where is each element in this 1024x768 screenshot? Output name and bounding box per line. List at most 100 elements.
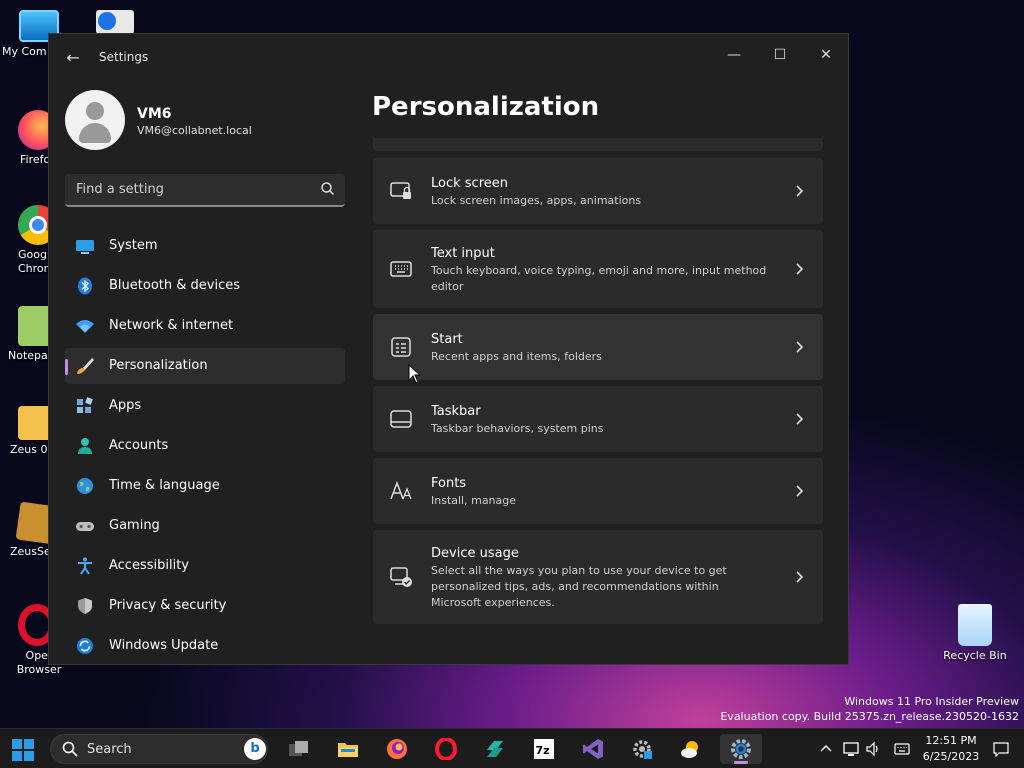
- firefox-taskbar-button[interactable]: [378, 734, 416, 764]
- card-description: Install, manage: [431, 494, 517, 507]
- opera-taskbar-button[interactable]: [427, 734, 465, 764]
- avatar: [65, 90, 125, 150]
- sidebar-nav: System Bluetooth & devices Network & int…: [65, 228, 345, 664]
- back-button[interactable]: ←: [61, 46, 85, 70]
- title-bar: ← Settings — ☐ ✕: [49, 34, 848, 82]
- page-title: Personalization: [372, 92, 600, 122]
- opera-icon: [435, 738, 457, 760]
- settings-card-partial[interactable]: [373, 138, 823, 151]
- settings-window: ← Settings — ☐ ✕ VM6 VM6@collabnet.local…: [48, 33, 849, 665]
- settings-card-text-input[interactable]: Text input Touch keyboard, voice typing,…: [373, 230, 823, 308]
- desktop-icon-recycle-bin[interactable]: Recycle Bin: [938, 604, 1012, 663]
- gamepad-icon: [76, 522, 94, 531]
- active-indicator: [734, 761, 748, 764]
- chevron-right-icon: [796, 413, 804, 425]
- sidebar-item-label: Personalization: [109, 358, 208, 373]
- settings-card-taskbar[interactable]: Taskbar Taskbar behaviors, system pins: [373, 386, 823, 452]
- taskbar-icon: [390, 410, 412, 428]
- sidebar-item-accessibility[interactable]: Accessibility: [65, 548, 345, 584]
- sidebar-item-label: System: [109, 238, 158, 253]
- card-title: Start: [431, 332, 463, 347]
- visual-studio-taskbar-button[interactable]: [574, 734, 612, 764]
- sidebar-item-label: Gaming: [109, 518, 160, 533]
- sidebar-item-accounts[interactable]: Accounts: [65, 428, 345, 464]
- settings-card-lock-screen[interactable]: Lock screen Lock screen images, apps, an…: [373, 158, 823, 224]
- weather-icon: [681, 741, 698, 758]
- sidebar-item-time-language[interactable]: Time & language: [65, 468, 345, 504]
- clock-time: 12:51 PM: [925, 734, 977, 747]
- network-status-icon[interactable]: [843, 741, 859, 757]
- lock-screen-icon: [390, 182, 411, 199]
- download-icon: [98, 12, 116, 30]
- sidebar-item-personalization[interactable]: Personalization: [65, 348, 345, 384]
- taskbar: b 7z 12:51 PM 6/25/2023: [0, 728, 1024, 768]
- chevron-right-icon: [796, 485, 804, 497]
- close-button[interactable]: ✕: [811, 40, 841, 70]
- folder-icon: [338, 743, 358, 757]
- search-icon[interactable]: [319, 180, 337, 198]
- taskbar-search[interactable]: b: [50, 734, 268, 764]
- minimize-button[interactable]: —: [719, 40, 749, 70]
- chevron-up-icon[interactable]: [818, 741, 834, 757]
- system-clock[interactable]: 12:51 PM 6/25/2023: [916, 733, 986, 765]
- task-view-button[interactable]: [280, 734, 318, 764]
- accessibility-icon: [78, 557, 92, 575]
- bluetooth-icon: [78, 277, 92, 295]
- settings-icon: [731, 739, 751, 759]
- sidebar-item-privacy-security[interactable]: Privacy & security: [65, 588, 345, 624]
- system-icon: [76, 240, 94, 254]
- sidebar-item-apps[interactable]: Apps: [65, 388, 345, 424]
- card-title: Device usage: [431, 546, 519, 561]
- desktop-icon-downloads[interactable]: [96, 10, 134, 34]
- desktop-label: Recycle Bin: [943, 649, 1007, 662]
- sidebar-item-label: Accounts: [109, 438, 169, 453]
- sidebar-item-label: Privacy & security: [109, 598, 227, 613]
- windows-start-icon[interactable]: [12, 739, 34, 761]
- recycle-bin-icon: [958, 604, 992, 646]
- bing-icon[interactable]: b: [244, 738, 266, 760]
- app-icon: [487, 741, 503, 757]
- chevron-right-icon: [796, 263, 804, 275]
- taskbar-search-input[interactable]: [87, 735, 237, 763]
- notification-icon[interactable]: [993, 741, 1009, 757]
- visual-studio-icon: [583, 739, 603, 759]
- sidebar-item-network[interactable]: Network & internet: [65, 308, 345, 344]
- chevron-right-icon: [796, 571, 804, 583]
- settings-taskbar-button[interactable]: [720, 734, 762, 764]
- sidebar-item-system[interactable]: System: [65, 228, 345, 264]
- firefox-icon: [387, 739, 407, 759]
- sidebar-item-bluetooth[interactable]: Bluetooth & devices: [65, 268, 345, 304]
- start-icon: [391, 337, 411, 357]
- mouse-cursor-icon: [408, 364, 420, 384]
- card-title: Lock screen: [431, 176, 508, 191]
- sidebar-item-label: Network & internet: [109, 318, 234, 333]
- device-usage-icon: [390, 567, 412, 587]
- weather-taskbar-button[interactable]: [672, 734, 710, 764]
- chevron-right-icon: [796, 185, 804, 197]
- settings-card-fonts[interactable]: Fonts Install, manage: [373, 458, 823, 524]
- search-input[interactable]: [65, 174, 305, 205]
- control-panel-taskbar-button[interactable]: [623, 734, 661, 764]
- settings-card-device-usage[interactable]: Device usage Select all the ways you pla…: [373, 530, 823, 624]
- file-explorer-button[interactable]: [329, 734, 367, 764]
- chevron-right-icon: [796, 341, 804, 353]
- 7zip-taskbar-button[interactable]: 7z: [525, 734, 563, 764]
- shield-icon: [78, 598, 92, 614]
- svg-text:7z: 7z: [536, 744, 550, 757]
- card-title: Taskbar: [431, 404, 481, 419]
- sidebar-item-label: Apps: [109, 398, 142, 413]
- card-description: Select all the ways you plan to use your…: [431, 564, 727, 609]
- green-app-taskbar-button[interactable]: [476, 734, 514, 764]
- task-view-icon: [289, 741, 308, 756]
- maximize-button[interactable]: ☐: [765, 40, 795, 70]
- fonts-icon: [390, 480, 412, 500]
- sidebar-item-gaming[interactable]: Gaming: [65, 508, 345, 544]
- find-setting-box: [65, 174, 345, 207]
- settings-card-start[interactable]: Start Recent apps and items, folders: [373, 314, 823, 380]
- gear-icon: [633, 740, 652, 759]
- volume-icon[interactable]: [865, 741, 881, 757]
- card-description: Lock screen images, apps, animations: [431, 194, 642, 207]
- keyboard-layout-icon[interactable]: [894, 741, 910, 757]
- window-title: Settings: [99, 50, 149, 64]
- sidebar-item-windows-update[interactable]: Windows Update: [65, 628, 345, 664]
